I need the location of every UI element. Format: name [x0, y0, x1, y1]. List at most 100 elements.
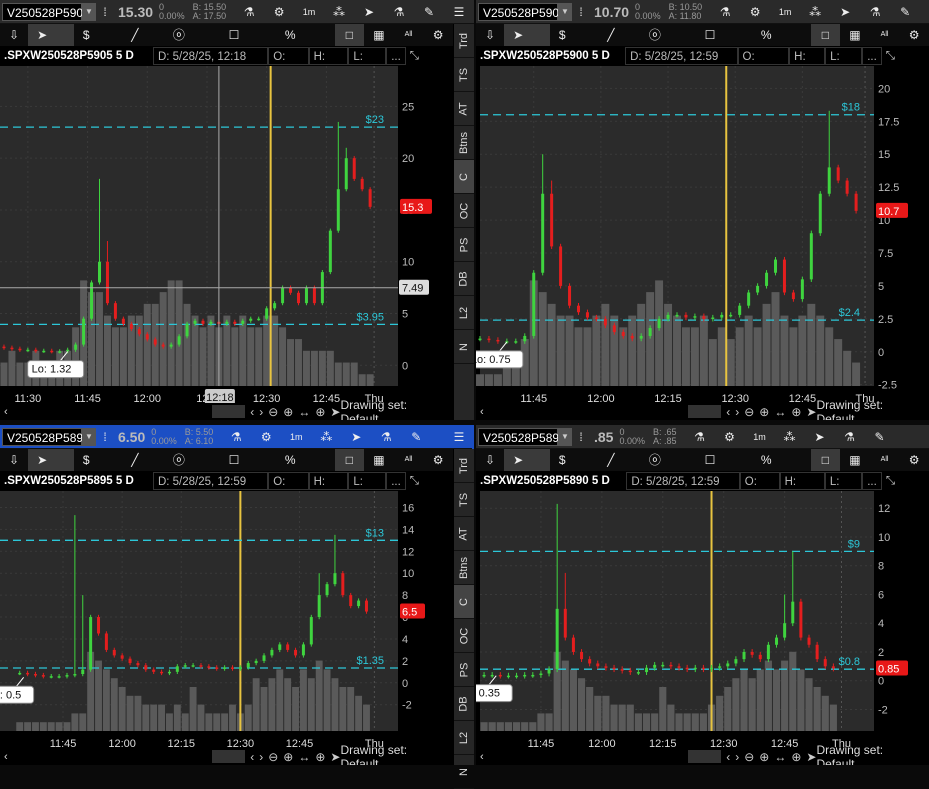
price-chart[interactable]: -202468101211:45 12:00 12:15 12:30 12:45 Thu$… [476, 491, 929, 765]
tool-sgb[interactable]: ☐ SGB [219, 449, 276, 489]
tool-pl[interactable]: $ $PL [73, 24, 123, 64]
tool-pt[interactable]: ➤ PT [28, 24, 74, 64]
scroll-left-icon[interactable]: ‹ [480, 751, 484, 763]
flask-icon[interactable]: ⚗ [371, 430, 401, 444]
scroll-left-icon[interactable]: ‹ [4, 751, 8, 763]
scrollbar-thumb[interactable] [687, 405, 722, 418]
side-tab-ps[interactable]: PS [454, 228, 474, 262]
expand-icon[interactable]: ⤡ [406, 472, 423, 490]
pan-icon[interactable]: ↔ [298, 750, 310, 764]
all-icon[interactable]: All [393, 449, 424, 471]
symbol-input[interactable]: V250528P5900 [478, 2, 566, 21]
tool-tl[interactable]: ╱ TL [598, 24, 640, 64]
single-layout-icon[interactable]: □ [810, 24, 841, 46]
timeframe-button[interactable]: 1m [770, 7, 800, 17]
flask-icon[interactable]: ⚗ [860, 5, 890, 19]
bubbles-icon[interactable]: ⁂ [775, 430, 805, 444]
drawing-icon[interactable]: ✎ [865, 430, 895, 444]
tool-sgb[interactable]: ☐ SGB [219, 24, 276, 64]
side-tab-at[interactable]: AT [454, 92, 474, 126]
all-icon[interactable]: All [393, 24, 424, 46]
flask-icon[interactable]: ⚗ [221, 430, 251, 444]
crosshair-icon[interactable]: ⊕ [791, 750, 801, 764]
flask-icon[interactable]: ⚗ [835, 430, 865, 444]
link-icon[interactable]: ⁞ [576, 5, 586, 19]
side-tab-oc[interactable]: OC [454, 194, 474, 228]
zoom-out-icon[interactable]: ⊖ [268, 750, 278, 764]
tool-b180[interactable]: % B180 [275, 449, 335, 489]
scroll-right-icon[interactable]: › [735, 750, 739, 764]
menu-icon[interactable]: ☰ [444, 5, 474, 19]
all-icon[interactable]: All [869, 449, 900, 471]
gear-icon[interactable]: ⚙ [740, 5, 770, 19]
scroll-right-icon[interactable]: › [735, 405, 739, 419]
settings-icon[interactable]: ⚙ [899, 449, 929, 471]
flask-icon[interactable]: ⚗ [234, 5, 264, 19]
side-tab-n[interactable]: N [454, 330, 474, 364]
scrollbar-thumb[interactable] [211, 750, 246, 763]
side-tab-btns[interactable]: Btns [454, 126, 474, 160]
drawing-set-label[interactable]: Drawing set: Default [816, 398, 923, 421]
tool-tl[interactable]: ╱ TL [122, 24, 164, 64]
price-chart[interactable]: 051015202511:3011:4512:0012:112:3012:45T… [0, 66, 453, 420]
pin-button[interactable]: ⇩ [476, 449, 505, 471]
pan-icon[interactable]: ↔ [774, 405, 786, 419]
drawing-icon[interactable]: ✎ [890, 5, 920, 19]
tool-pl[interactable]: $ $PL [73, 449, 123, 489]
cursor-icon[interactable]: ➤ [341, 430, 371, 444]
bubbles-icon[interactable]: ⁂ [311, 430, 341, 444]
cursor-icon[interactable]: ➤ [330, 405, 340, 419]
grid-layout-icon[interactable]: ▦ [364, 24, 394, 46]
scroll-right-icon[interactable]: › [259, 405, 263, 419]
pan-icon[interactable]: ↔ [774, 750, 786, 764]
scroll-left-icon[interactable]: ‹ [726, 405, 730, 419]
link-icon[interactable]: ⁞ [100, 430, 110, 444]
tool-tml[interactable]: ⓞ TmL [639, 24, 696, 64]
scroll-left-icon[interactable]: ‹ [726, 750, 730, 764]
flask-icon[interactable]: ⚗ [710, 5, 740, 19]
zoom-in-icon[interactable]: ⊕ [283, 750, 293, 764]
grid-layout-icon[interactable]: ▦ [364, 449, 394, 471]
tool-pl[interactable]: $ $PL [549, 449, 599, 489]
crosshair-icon[interactable]: ⊕ [315, 750, 325, 764]
scroll-left-icon[interactable]: ‹ [480, 406, 484, 418]
tool-b180[interactable]: % B180 [751, 24, 811, 64]
tool-pt[interactable]: ➤ PT [504, 449, 550, 489]
drawing-set-label[interactable]: Drawing set: Default [340, 398, 447, 421]
scroll-left-icon[interactable]: ‹ [4, 406, 8, 418]
drawing-set-label[interactable]: Drawing set: Default [816, 743, 923, 766]
side-tab-l2[interactable]: L2 [454, 296, 474, 330]
side-tab-btns[interactable]: Btns [454, 551, 474, 585]
timeframe-button[interactable]: 1m [745, 432, 775, 442]
symbol-dropdown-button[interactable]: ▼ [558, 427, 572, 446]
tool-sgb[interactable]: ☐ SGB [695, 24, 752, 64]
drawing-icon[interactable]: ✎ [401, 430, 431, 444]
symbol-dropdown-button[interactable]: ▼ [558, 2, 572, 21]
timeframe-button[interactable]: 1m [294, 7, 324, 17]
side-tab-at[interactable]: AT [454, 517, 474, 551]
symbol-input[interactable]: V250528P5890 [478, 427, 566, 446]
pin-button[interactable]: ⇩ [476, 24, 505, 46]
gear-icon[interactable]: ⚙ [715, 430, 745, 444]
pin-button[interactable]: ⇩ [0, 449, 29, 471]
tool-tl[interactable]: ╱ TL [598, 449, 640, 489]
settings-icon[interactable]: ⚙ [423, 449, 453, 471]
gear-icon[interactable]: ⚙ [251, 430, 281, 444]
tool-sgb[interactable]: ☐ SGB [695, 449, 752, 489]
crosshair-icon[interactable]: ⊕ [791, 405, 801, 419]
side-tab-oc[interactable]: OC [454, 619, 474, 653]
drawing-set-label[interactable]: Drawing set: Default [340, 743, 447, 766]
scroll-left-icon[interactable]: ‹ [250, 750, 254, 764]
side-tab-c[interactable]: C [454, 585, 474, 619]
side-tab-ts[interactable]: TS [454, 483, 474, 517]
scrollbar-thumb[interactable] [211, 405, 246, 418]
single-layout-icon[interactable]: □ [334, 24, 365, 46]
tool-tl[interactable]: ╱ TL [122, 449, 164, 489]
crosshair-icon[interactable]: ⊕ [315, 405, 325, 419]
settings-icon[interactable]: ⚙ [899, 24, 929, 46]
symbol-input[interactable]: V250528P5905 [2, 2, 90, 21]
side-tab-ts[interactable]: TS [454, 58, 474, 92]
scroll-left-icon[interactable]: ‹ [250, 405, 254, 419]
side-tab-trd[interactable]: Trd [454, 449, 474, 483]
side-tab-ps[interactable]: PS [454, 653, 474, 687]
